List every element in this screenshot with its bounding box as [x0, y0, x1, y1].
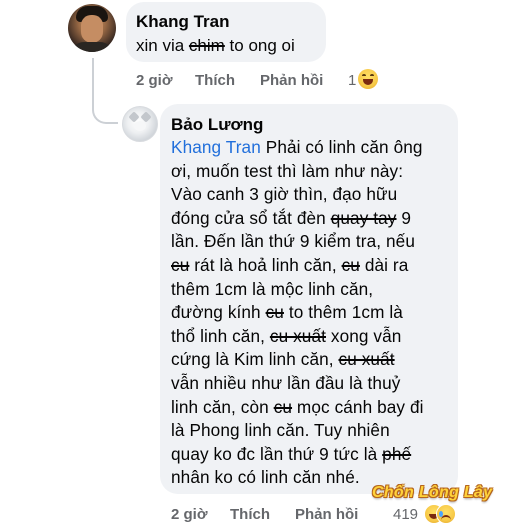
struck-word: chim [188, 36, 225, 55]
reply-text-segment: thổ linh căn, [171, 325, 270, 346]
comment-reaction-count[interactable]: 1 [348, 72, 356, 89]
reply-line: ơi, muốn test thì làm như này: [171, 160, 451, 184]
reply-text-segment: linh căn, còn [171, 396, 274, 417]
reply-time[interactable]: 2 giờ [171, 506, 208, 523]
bao-luong-avatar[interactable] [122, 106, 158, 142]
reply-line: vẫn nhiều như lần đầu là thuỷ [171, 372, 451, 396]
reply-text-segment: là Phong linh căn. Tuy nhiên [171, 420, 390, 441]
comment-author-name[interactable]: Khang Tran [136, 12, 230, 32]
reply-text-segment: mọc cánh bay đi [292, 396, 424, 417]
reply-text-segment: quay ko đc lần thứ 9 tức là [171, 443, 383, 464]
reply-text-segment: to thêm 1cm là [283, 302, 403, 323]
reply-line: cứng là Kim linh căn, cu xuất [171, 348, 451, 372]
reply-text-segment: lần. Đến lần thứ 9 kiểm tra, nếu [171, 231, 416, 252]
reply-line: Vào canh 3 giờ thìn, đạo hữu [171, 183, 451, 207]
laugh-emoji-icon[interactable] [358, 69, 378, 89]
reply-reaction-count[interactable]: 419 [393, 506, 418, 523]
comment-reply-button[interactable]: Phản hồi [260, 72, 323, 89]
struck-text: phế [382, 443, 412, 464]
reply-text-segment: Vào canh 3 giờ thìn, đạo hữu [171, 184, 398, 205]
reply-text-segment: đóng cửa sổ tắt đèn [171, 207, 331, 228]
reply-line: thổ linh căn, cu xuất xong vẫn [171, 325, 451, 349]
struck-text: cu [341, 254, 360, 275]
mention-link[interactable]: Khang Tran [171, 137, 261, 157]
struck-text: cu xuất [269, 325, 326, 346]
reply-line: lần. Đến lần thứ 9 kiểm tra, nếu [171, 230, 451, 254]
reply-text-segment: xong vẫn [326, 325, 402, 346]
reply-author-name[interactable]: Bảo Lương [171, 115, 263, 135]
comment-text: xin via chim to ong oi [136, 36, 295, 55]
page-watermark: Chốn Lông Lây [372, 484, 493, 501]
reply-reactions[interactable] [424, 504, 468, 524]
reply-text-segment: dài ra [359, 254, 409, 275]
reply-text-segment: đường kính [171, 302, 266, 323]
sad-emoji-icon [436, 504, 456, 524]
reply-text-segment: Phải có linh căn ông [260, 137, 423, 157]
reply-line: đường kính cu to thêm 1cm là [171, 301, 451, 325]
struck-text: cu xuất [338, 349, 395, 370]
struck-text: cu [265, 302, 284, 323]
reply-line: là Phong linh căn. Tuy nhiên [171, 419, 451, 443]
reply-like-button[interactable]: Thích [230, 506, 270, 523]
struck-text: quay tay [330, 207, 397, 228]
reply-line: quay ko đc lần thứ 9 tức là phế [171, 443, 451, 467]
reply-line: thêm 1cm là mộc linh căn, [171, 278, 451, 302]
reply-reply-button[interactable]: Phản hồi [295, 506, 358, 523]
khang-tran-avatar[interactable] [68, 4, 116, 52]
reply-line: Khang Tran Phải có linh căn ông [171, 136, 451, 160]
comment-time[interactable]: 2 giờ [136, 72, 173, 89]
comment-like-button[interactable]: Thích [195, 72, 235, 89]
reply-text-segment: ơi, muốn test thì làm như này: [171, 160, 404, 181]
reply-text-segment: 9 [396, 207, 412, 228]
reply-text-segment: thêm 1cm là mộc linh căn, [171, 278, 374, 299]
struck-text: cu [273, 396, 293, 417]
reply-line: đóng cửa sổ tắt đèn quay tay 9 [171, 207, 451, 231]
reply-line: linh căn, còn cu mọc cánh bay đi [171, 396, 451, 420]
reply-text-segment: rát là hoả linh căn, [189, 254, 342, 275]
reply-text-segment: cứng là Kim linh căn, [171, 349, 339, 370]
reply-text: Khang Tran Phải có linh căn ông ơi, muốn … [171, 136, 451, 490]
reply-line: cu rát là hoả linh căn, cu dài ra [171, 254, 451, 278]
thread-connector [92, 90, 118, 124]
reply-text-segment: nhân ko có linh căn nhé. [171, 467, 360, 488]
reply-text-segment: vẫn nhiều như lần đầu là thuỷ [171, 372, 401, 393]
struck-text: cu [171, 254, 190, 275]
